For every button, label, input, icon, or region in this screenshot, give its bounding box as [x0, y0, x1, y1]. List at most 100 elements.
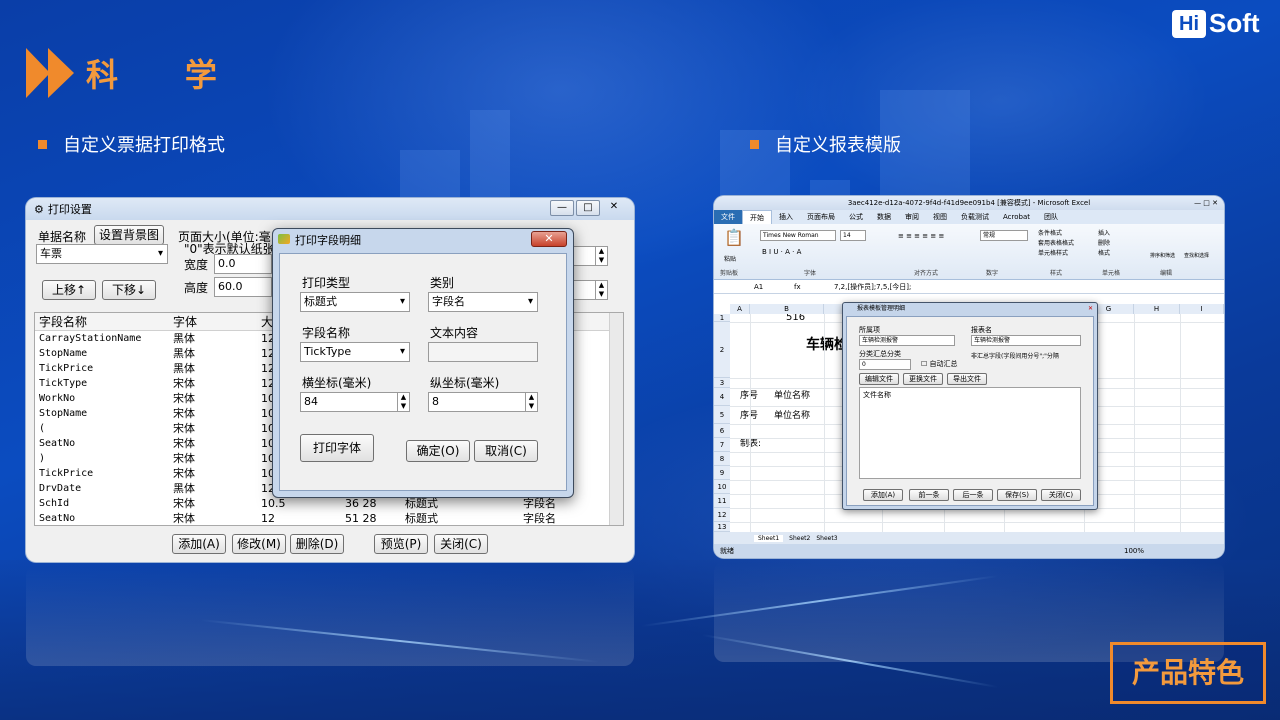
bill-name-select[interactable]: 车票 [36, 244, 168, 264]
font-style-icons[interactable]: B I U · A · A [762, 248, 801, 256]
row-header[interactable]: 8 [714, 452, 730, 466]
column-header[interactable]: 字段名称 [35, 313, 169, 330]
spin-arrows-icon[interactable]: ▲ ▼ [525, 393, 537, 411]
ribbon-tab[interactable]: 数据 [870, 212, 898, 222]
sheet-tab[interactable]: Sheet1 [754, 534, 784, 542]
font-name-select[interactable]: Times New Roman [760, 230, 836, 241]
auto-sum-checkbox[interactable]: ☐ 自动汇总 [921, 359, 958, 369]
spin-arrows-icon[interactable]: ▲ ▼ [397, 393, 409, 411]
category-select[interactable]: 车辆检测报警 [859, 335, 955, 346]
prev-record-button[interactable]: 前一条 [909, 489, 949, 501]
width-field[interactable]: 0.0 [214, 254, 272, 274]
dialog-close-button[interactable]: ✕ [531, 231, 567, 247]
replace-file-button[interactable]: 更换文件 [903, 373, 943, 385]
sheet-tab[interactable]: Sheet3 [816, 535, 837, 542]
number-format-select[interactable]: 常规 [980, 230, 1028, 241]
formula-input[interactable]: 7,2,[操作员];7,5,[今日]; [834, 282, 911, 292]
add-button[interactable]: 添加(A) [172, 534, 226, 554]
column-header[interactable]: B [750, 304, 824, 314]
cell-unit-2[interactable]: 单位名称 [774, 408, 810, 421]
format-cells-button[interactable]: 格式 [1098, 248, 1110, 257]
export-file-button[interactable]: 导出文件 [947, 373, 987, 385]
table-row[interactable]: SchId 宋体 10.5 36 28 标题式 字段名 [35, 496, 623, 511]
table-format-button[interactable]: 套用表格格式 [1038, 238, 1074, 247]
ribbon-tab[interactable]: 开始 [742, 210, 772, 224]
maximize-button[interactable]: □ [576, 200, 600, 216]
spin-arrows-icon[interactable]: ▲ ▼ [595, 281, 607, 299]
ok-button[interactable]: 确定(O) [406, 440, 470, 462]
row-header[interactable]: 13 [714, 522, 730, 532]
column-header[interactable]: I [1180, 304, 1224, 314]
delete-button[interactable]: 删除(D) [290, 534, 344, 554]
cell-seq[interactable]: 序号 [740, 388, 758, 401]
sheet-tab[interactable]: Sheet2 [789, 535, 810, 542]
modify-button[interactable]: 修改(M) [232, 534, 286, 554]
save-button[interactable]: 保存(S) [997, 489, 1037, 501]
row-header[interactable]: 2 [714, 322, 730, 378]
spin-arrows-icon[interactable]: ▲ ▼ [595, 247, 607, 265]
grid-scrollbar[interactable] [609, 313, 623, 525]
sort-filter-button[interactable]: 排序和筛选 [1150, 252, 1175, 259]
ribbon-tab[interactable]: 公式 [842, 212, 870, 222]
column-header[interactable]: A [730, 304, 750, 314]
preview-button[interactable]: 预览(P) [374, 534, 428, 554]
table-row[interactable]: SeatNo 宋体 12 51 28 标题式 字段名 [35, 511, 623, 525]
name-box[interactable]: A1 [714, 283, 774, 291]
ribbon-tab[interactable]: 审阅 [898, 212, 926, 222]
row-header[interactable]: 7 [714, 438, 730, 452]
text-content-field[interactable] [428, 342, 538, 362]
next-record-button[interactable]: 后一条 [953, 489, 993, 501]
ribbon-tab[interactable]: Acrobat [996, 213, 1037, 221]
row-header[interactable]: 5 [714, 406, 730, 424]
file-list[interactable]: 文件名称 [859, 387, 1081, 479]
row-header[interactable]: 6 [714, 424, 730, 438]
field-name-select[interactable]: TickType [300, 342, 410, 362]
height-field[interactable]: 60.0 [214, 277, 272, 297]
cond-format-button[interactable]: 条件格式 [1038, 228, 1062, 237]
add-template-button[interactable]: 添加(A) [863, 489, 903, 501]
group-field[interactable]: 0 [859, 359, 911, 370]
zoom-level[interactable]: 100% [1124, 544, 1144, 558]
dialog-close-button[interactable]: ✕ [1088, 303, 1093, 315]
cancel-button[interactable]: 取消(C) [474, 440, 538, 462]
row-header[interactable]: 11 [714, 494, 730, 508]
delete-cells-button[interactable]: 删除 [1098, 238, 1110, 247]
column-header[interactable]: H [1134, 304, 1180, 314]
font-size-select[interactable]: 14 [840, 230, 866, 241]
category-select[interactable]: 字段名 [428, 292, 538, 312]
close-dialog-button[interactable]: 关闭(C) [434, 534, 488, 554]
minimize-button[interactable]: — [550, 200, 574, 216]
find-select-button[interactable]: 查找和选择 [1184, 252, 1209, 259]
row-header[interactable]: 3 [714, 378, 730, 388]
column-header[interactable]: 字体 [169, 313, 257, 330]
row-header[interactable]: 12 [714, 508, 730, 522]
row-header[interactable]: 1 [714, 314, 730, 322]
set-background-button[interactable]: 设置背景图 [94, 225, 164, 245]
move-down-button[interactable]: 下移↓ [102, 280, 156, 300]
ribbon-tab[interactable]: 负载测试 [954, 212, 996, 222]
move-up-button[interactable]: 上移↑ [42, 280, 96, 300]
cell-unit[interactable]: 单位名称 [774, 388, 810, 401]
cell-style-button[interactable]: 单元格样式 [1038, 248, 1068, 257]
ribbon-tab[interactable]: 插入 [772, 212, 800, 222]
ribbon-tab[interactable]: 视图 [926, 212, 954, 222]
window-controls[interactable]: — □ ✕ [1194, 196, 1218, 210]
row-header[interactable]: 10 [714, 480, 730, 494]
paste-icon[interactable]: 📋 [724, 228, 744, 247]
report-name-field[interactable]: 车辆检测报警 [971, 335, 1081, 346]
y-coordinate-field[interactable]: 8 ▲ ▼ [428, 392, 538, 412]
print-type-select[interactable]: 标题式 [300, 292, 410, 312]
close-template-button[interactable]: 关闭(C) [1041, 489, 1081, 501]
row-header[interactable]: 9 [714, 466, 730, 480]
insert-cells-button[interactable]: 插入 [1098, 228, 1110, 237]
align-icons[interactable]: ≡ ≡ ≡ ≡ ≡ ≡ [898, 232, 944, 240]
print-font-button[interactable]: 打印字体 [300, 434, 374, 462]
ribbon-tab[interactable]: 文件 [714, 210, 742, 224]
edit-file-button[interactable]: 编辑文件 [859, 373, 899, 385]
ribbon-tab[interactable]: 团队 [1037, 212, 1065, 222]
x-coordinate-field[interactable]: 84 ▲ ▼ [300, 392, 410, 412]
row-header[interactable]: 4 [714, 388, 730, 406]
ribbon-tab[interactable]: 页面布局 [800, 212, 842, 222]
close-button[interactable]: ✕ [602, 200, 626, 216]
cell-seq-2[interactable]: 序号 [740, 408, 758, 421]
